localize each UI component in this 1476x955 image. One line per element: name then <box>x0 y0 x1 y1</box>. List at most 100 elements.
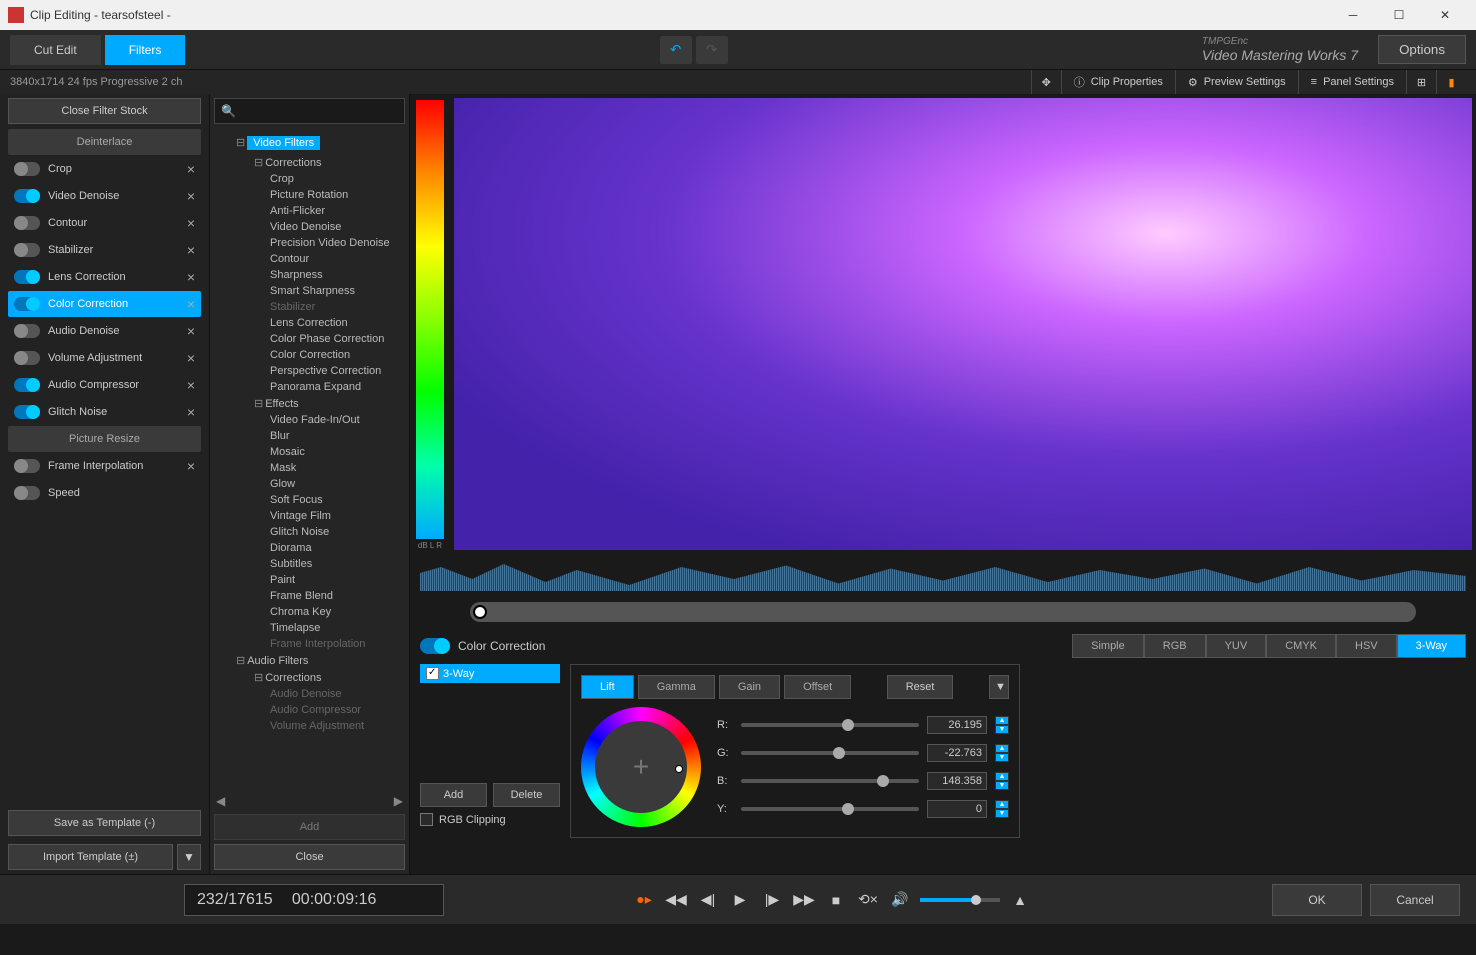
remove-filter-icon[interactable]: × <box>187 377 195 393</box>
record-button[interactable]: ●▸ <box>632 888 656 912</box>
slider-track[interactable] <box>741 779 919 783</box>
tree-item-mosaic[interactable]: Mosaic <box>214 444 405 460</box>
panel-color-icon[interactable]: ▮ <box>1436 70 1466 94</box>
loop-button[interactable]: ⟲× <box>856 888 880 912</box>
spinner-down[interactable]: ▼ <box>995 809 1009 818</box>
filter-item-picture-resize[interactable]: Picture Resize <box>8 426 201 452</box>
tree-item-glitch-noise[interactable]: Glitch Noise <box>214 524 405 540</box>
tree-item-lens-correction[interactable]: Lens Correction <box>214 315 405 331</box>
filter-toggle[interactable] <box>14 216 40 230</box>
save-template-button[interactable]: Save as Template (-) <box>8 810 201 836</box>
cut-edit-tab[interactable]: Cut Edit <box>10 35 101 65</box>
import-template-dropdown[interactable]: ▼ <box>177 844 201 870</box>
spinner-up[interactable]: ▲ <box>995 716 1009 725</box>
filter-item-stabilizer[interactable]: Stabilizer× <box>8 237 201 263</box>
import-template-button[interactable]: Import Template (±) <box>8 844 173 870</box>
filter-toggle[interactable] <box>14 162 40 176</box>
filter-item-speed[interactable]: Speed <box>8 480 201 506</box>
clip-properties-button[interactable]: ⓘClip Properties <box>1061 70 1175 94</box>
filter-tree[interactable]: ⊟Video Filters ⊟Corrections CropPicture … <box>210 128 409 792</box>
volume-icon[interactable]: 🔊 <box>888 888 912 912</box>
filter-toggle[interactable] <box>14 459 40 473</box>
slider-track[interactable] <box>741 751 919 755</box>
panel-add-icon[interactable]: ⊞ <box>1406 70 1436 94</box>
remove-filter-icon[interactable]: × <box>187 269 195 285</box>
filter-item-volume-adjustment[interactable]: Volume Adjustment× <box>8 345 201 371</box>
slider-value[interactable]: 0 <box>927 800 987 818</box>
cc-mode-gain[interactable]: Gain <box>719 675 780 699</box>
cc-delete-button[interactable]: Delete <box>493 783 560 807</box>
filter-toggle[interactable] <box>14 378 40 392</box>
spinner-up[interactable]: ▲ <box>995 744 1009 753</box>
spinner-up[interactable]: ▲ <box>995 800 1009 809</box>
cancel-button[interactable]: Cancel <box>1370 884 1460 916</box>
filter-search-input[interactable]: 🔍 <box>214 98 405 124</box>
close-filter-stock-button[interactable]: Close Filter Stock <box>8 98 201 124</box>
remove-filter-icon[interactable]: × <box>187 215 195 231</box>
rewind-button[interactable]: ◀◀ <box>664 888 688 912</box>
filter-toggle[interactable] <box>14 243 40 257</box>
cc-add-button[interactable]: Add <box>420 783 487 807</box>
cc-tab-hsv[interactable]: HSV <box>1336 634 1397 658</box>
minimize-button[interactable]: ─ <box>1330 0 1376 30</box>
filter-item-crop[interactable]: Crop× <box>8 156 201 182</box>
filter-toggle[interactable] <box>14 486 40 500</box>
filter-item-video-denoise[interactable]: Video Denoise× <box>8 183 201 209</box>
cc-tab-rgb[interactable]: RGB <box>1144 634 1206 658</box>
effects-category[interactable]: Effects <box>265 398 298 410</box>
tree-scroll-left[interactable]: ◀ <box>216 794 225 808</box>
filter-item-glitch-noise[interactable]: Glitch Noise× <box>8 399 201 425</box>
remove-filter-icon[interactable]: × <box>187 323 195 339</box>
panel-move-icon[interactable]: ✥ <box>1031 70 1061 94</box>
tree-item-soft-focus[interactable]: Soft Focus <box>214 492 405 508</box>
tree-item-panorama-expand[interactable]: Panorama Expand <box>214 379 405 395</box>
timecode-display[interactable]: 232/17615 00:00:09:16 <box>184 884 444 916</box>
tree-item-picture-rotation[interactable]: Picture Rotation <box>214 187 405 203</box>
cc-reset-button[interactable]: Reset <box>887 675 954 699</box>
color-wheel[interactable]: + <box>581 707 701 827</box>
cc-tab-yuv[interactable]: YUV <box>1206 634 1267 658</box>
spinner-down[interactable]: ▼ <box>995 753 1009 762</box>
stop-button[interactable]: ■ <box>824 888 848 912</box>
prev-frame-button[interactable]: ◀| <box>696 888 720 912</box>
play-button[interactable]: ▶ <box>728 888 752 912</box>
filter-toggle[interactable] <box>14 297 40 311</box>
maximize-button[interactable]: ☐ <box>1376 0 1422 30</box>
undo-button[interactable]: ↶ <box>660 36 692 64</box>
eject-button[interactable]: ▲ <box>1008 888 1032 912</box>
ok-button[interactable]: OK <box>1272 884 1362 916</box>
filter-item-lens-correction[interactable]: Lens Correction× <box>8 264 201 290</box>
audio-waveform[interactable] <box>420 556 1466 596</box>
filter-item-audio-compressor[interactable]: Audio Compressor× <box>8 372 201 398</box>
cc-tab-3-way[interactable]: 3-Way <box>1397 634 1466 658</box>
slider-value[interactable]: 148.358 <box>927 772 987 790</box>
tree-item-color-phase-correction[interactable]: Color Phase Correction <box>214 331 405 347</box>
cc-sublist-3way[interactable]: ✓ 3-Way <box>420 664 560 683</box>
cc-mode-offset[interactable]: Offset <box>784 675 851 699</box>
cc-enable-toggle[interactable] <box>420 638 450 654</box>
video-filters-category[interactable]: Video Filters <box>247 136 320 150</box>
remove-filter-icon[interactable]: × <box>187 458 195 474</box>
filter-toggle[interactable] <box>14 351 40 365</box>
redo-button[interactable]: ↷ <box>696 36 728 64</box>
remove-filter-icon[interactable]: × <box>187 242 195 258</box>
tree-item-blur[interactable]: Blur <box>214 428 405 444</box>
spinner-up[interactable]: ▲ <box>995 772 1009 781</box>
tree-item-smart-sharpness[interactable]: Smart Sharpness <box>214 283 405 299</box>
filter-item-audio-denoise[interactable]: Audio Denoise× <box>8 318 201 344</box>
cc-tab-simple[interactable]: Simple <box>1072 634 1144 658</box>
tree-item-diorama[interactable]: Diorama <box>214 540 405 556</box>
cc-mode-lift[interactable]: Lift <box>581 675 634 699</box>
tree-item-paint[interactable]: Paint <box>214 572 405 588</box>
tree-item-precision-video-denoise[interactable]: Precision Video Denoise <box>214 235 405 251</box>
tree-item-subtitles[interactable]: Subtitles <box>214 556 405 572</box>
spinner-down[interactable]: ▼ <box>995 725 1009 734</box>
tree-item-sharpness[interactable]: Sharpness <box>214 267 405 283</box>
filter-item-frame-interpolation[interactable]: Frame Interpolation× <box>8 453 201 479</box>
tree-item-timelapse[interactable]: Timelapse <box>214 620 405 636</box>
forward-button[interactable]: ▶▶ <box>792 888 816 912</box>
slider-track[interactable] <box>741 723 919 727</box>
corrections-category[interactable]: Corrections <box>265 157 321 169</box>
volume-slider[interactable] <box>920 898 1000 902</box>
tree-item-video-fade-in-out[interactable]: Video Fade-In/Out <box>214 412 405 428</box>
